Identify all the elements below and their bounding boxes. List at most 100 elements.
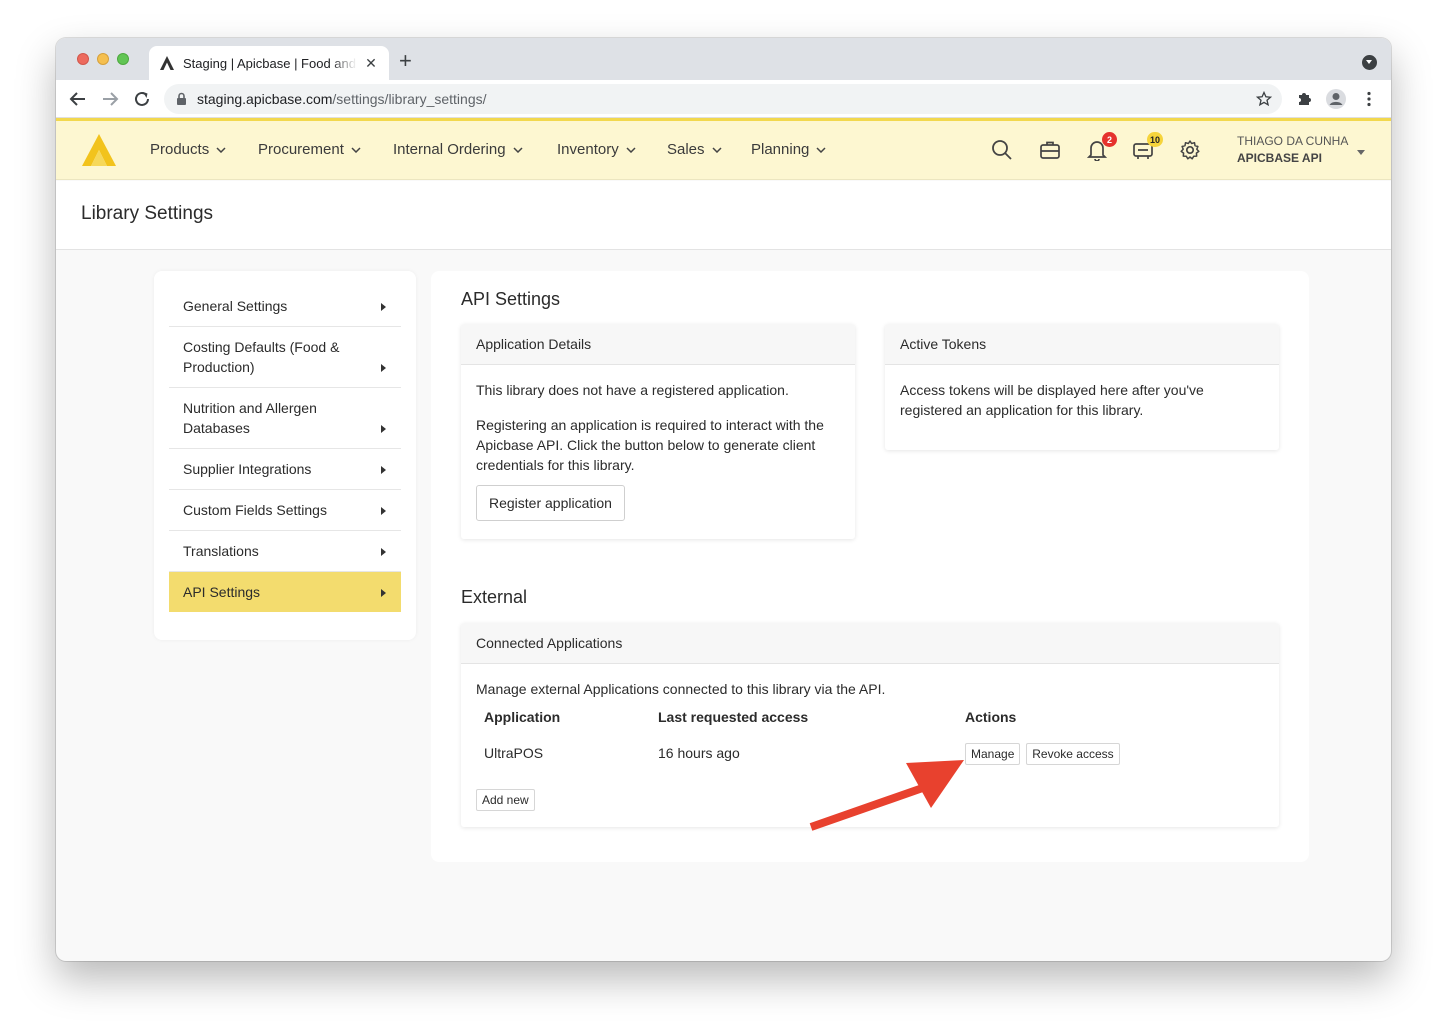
sidebar-item-label: General Settings [183,298,288,314]
tab-close-icon[interactable]: ✕ [363,55,379,72]
new-tab-icon[interactable]: + [399,50,412,72]
nav-products-label: Products [150,141,210,158]
browser-tab-active[interactable]: Staging | Apicbase | Food and Beverage ✕ [149,46,389,80]
chevron-down-icon [626,146,636,153]
sidebar-item-label: Translations [183,543,259,559]
column-header-last-access: Last requested access [658,709,809,725]
caret-right-icon [381,548,386,556]
apicbase-logo-icon[interactable] [82,134,116,166]
active-tokens-panel: Active Tokens Access tokens will be disp… [885,324,1279,450]
lock-icon [177,92,186,105]
forward-arrow-icon[interactable] [98,87,122,111]
sidebar-item-nutrition-allergen[interactable]: Nutrition and Allergen Databases [169,388,401,449]
sidebar-item-label: API Settings [183,584,261,600]
row-application-name: UltraPOS [484,745,544,761]
app-header: Products Procurement Internal Ordering I… [56,118,1391,180]
browser-menu-icon[interactable] [1357,87,1381,111]
nav-inventory[interactable]: Inventory [557,141,636,158]
connected-applications-description: Manage external Applications connected t… [476,681,886,697]
caret-right-icon [381,303,386,311]
sidebar-item-general-settings[interactable]: General Settings [169,286,401,327]
tab-strip: Staging | Apicbase | Food and Beverage ✕… [56,38,1391,80]
connected-applications-heading: Connected Applications [461,623,1279,664]
nav-sales[interactable]: Sales [667,141,722,158]
page-title: Library Settings [81,203,214,224]
annotation-arrow-icon [809,760,964,831]
notifications-bell-icon[interactable]: 2 [1084,132,1117,163]
sidebar-item-custom-fields[interactable]: Custom Fields Settings [169,490,401,531]
nav-planning-label: Planning [751,141,810,158]
user-name: THIAGO DA CUNHA [1237,134,1349,148]
sidebar-item-api-settings[interactable]: API Settings [169,572,401,612]
application-details-heading: Application Details [461,324,855,365]
api-settings-title: API Settings [461,289,561,309]
chevron-down-icon [712,146,722,153]
chevron-down-icon [216,146,226,153]
page-title-bar: Library Settings [56,181,1391,250]
browser-window: Staging | Apicbase | Food and Beverage ✕… [56,38,1391,961]
extensions-puzzle-icon[interactable] [1292,87,1316,111]
sidebar-item-translations[interactable]: Translations [169,531,401,572]
nav-sales-label: Sales [667,141,705,158]
nav-products[interactable]: Products [150,141,226,158]
settings-sidebar: General Settings Costing Defaults (Food … [154,271,416,640]
no-application-text: This library does not have a registered … [476,382,789,398]
orders-badge: 10 [1146,132,1163,147]
orders-icon[interactable]: 10 [1130,132,1163,163]
row-last-access: 16 hours ago [658,745,740,761]
nav-internal-ordering[interactable]: Internal Ordering [393,141,523,158]
maximize-window-button[interactable] [117,53,129,65]
sidebar-item-costing-defaults[interactable]: Costing Defaults (Food & Production) [169,327,401,388]
user-menu[interactable]: THIAGO DA CUNHA APICBASE API [1237,133,1348,167]
sidebar-item-label: Custom Fields Settings [183,502,327,518]
nav-procurement-label: Procurement [258,141,344,158]
user-menu-caret-icon[interactable] [1357,150,1365,155]
sidebar-item-label: Costing Defaults (Food & Production) [183,339,340,375]
register-info-text: Registering an application is required t… [476,417,824,473]
url-path: /settings/library_settings/ [332,91,487,107]
active-tokens-text: Access tokens will be displayed here aft… [900,382,1204,418]
column-header-actions: Actions [965,709,1017,725]
tab-search-icon[interactable] [1362,55,1377,70]
revoke-access-button[interactable]: Revoke access [1026,743,1120,765]
bookmark-star-icon[interactable] [1256,91,1272,107]
caret-right-icon [381,466,386,474]
caret-right-icon [381,589,386,597]
caret-right-icon [381,425,386,433]
nav-procurement[interactable]: Procurement [258,141,361,158]
search-icon[interactable] [989,137,1015,163]
reload-icon[interactable] [130,87,154,111]
notifications-badge: 2 [1102,132,1117,147]
caret-right-icon [381,364,386,372]
close-window-button[interactable] [77,53,89,65]
user-company: APICBASE API [1237,151,1322,165]
sidebar-item-label: Nutrition and Allergen Databases [183,400,317,436]
nav-internal-ordering-label: Internal Ordering [393,141,506,158]
chevron-down-icon [351,146,361,153]
minimize-window-button[interactable] [97,53,109,65]
caret-right-icon [381,507,386,515]
nav-inventory-label: Inventory [557,141,619,158]
chevron-down-icon [513,146,523,153]
column-header-application: Application [484,709,561,725]
nav-planning[interactable]: Planning [751,141,826,158]
apicbase-favicon-icon [160,56,174,70]
chevron-down-icon [816,146,826,153]
application-details-panel: Application Details This library does no… [461,324,855,539]
settings-menu: General Settings Costing Defaults (Food … [169,286,401,612]
profile-avatar-icon[interactable] [1324,87,1348,111]
browser-toolbar: staging.apicbase.com/settings/library_se… [56,80,1391,118]
back-arrow-icon[interactable] [66,87,90,111]
active-tokens-heading: Active Tokens [885,324,1279,365]
tab-title: Staging | Apicbase | Food and Beverage [183,55,357,71]
row-actions: Manage Revoke access [965,743,1120,765]
url-host: staging.apicbase.com [197,91,333,107]
toolbox-icon[interactable] [1037,137,1063,163]
sidebar-item-label: Supplier Integrations [183,461,312,477]
add-new-button[interactable]: Add new [476,789,535,811]
external-title: External [461,587,528,607]
register-application-button[interactable]: Register application [476,485,625,521]
sidebar-item-supplier-integrations[interactable]: Supplier Integrations [169,449,401,490]
address-bar[interactable]: staging.apicbase.com/settings/library_se… [164,84,1282,114]
settings-gear-icon[interactable] [1177,137,1203,163]
